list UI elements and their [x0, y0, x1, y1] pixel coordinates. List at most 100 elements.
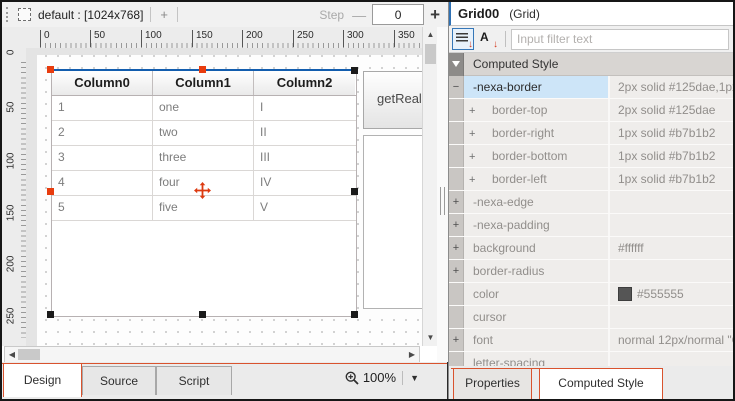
property-value[interactable] — [610, 306, 733, 328]
expand-toggle[interactable]: + — [469, 146, 483, 167]
grid-cell[interactable]: II — [254, 121, 355, 145]
property-value[interactable]: #ffffff — [610, 237, 733, 259]
tab-script[interactable]: Script — [156, 366, 232, 395]
property-name[interactable]: letter-spacing — [464, 352, 610, 366]
group-header-row[interactable]: Computed Style — [449, 53, 733, 76]
property-name[interactable]: +border-top — [464, 99, 610, 121]
grid-cell[interactable]: 1 — [52, 96, 153, 120]
scroll-right-button[interactable]: ▶ — [407, 347, 417, 362]
property-row[interactable]: + border-radius — [449, 260, 733, 283]
splitter-grip[interactable] — [440, 187, 445, 215]
expand-toggle[interactable]: + — [449, 191, 464, 213]
property-value[interactable]: 1px solid #b7b1b2 — [610, 122, 733, 144]
grid-cell[interactable]: two — [153, 121, 254, 145]
property-value[interactable]: 2px solid #125dae,1px s — [610, 76, 733, 98]
grid-cell[interactable]: three — [153, 146, 254, 170]
property-row[interactable]: +border-top 2px solid #125dae — [449, 99, 733, 122]
grid-cell[interactable]: 3 — [52, 146, 153, 170]
scroll-up-button[interactable]: ▲ — [423, 27, 438, 42]
grid-row[interactable]: 5 five V — [52, 196, 356, 221]
property-name[interactable]: color — [464, 283, 610, 305]
property-row[interactable]: − -nexa-border 2px solid #125dae,1px s — [449, 76, 733, 99]
property-value[interactable] — [610, 214, 733, 236]
expand-toggle[interactable]: + — [449, 237, 464, 259]
add-form-size-button[interactable]: + — [158, 7, 170, 22]
grid-row[interactable]: 1 one I — [52, 96, 356, 121]
property-value[interactable] — [610, 191, 733, 213]
property-row[interactable]: letter-spacing — [449, 352, 733, 366]
property-row[interactable]: +border-right 1px solid #b7b1b2 — [449, 122, 733, 145]
getrealrow-button-control[interactable]: getRealRo — [363, 71, 422, 129]
resize-handle-top-right[interactable] — [351, 67, 358, 74]
resize-handle-bottom-left[interactable] — [47, 311, 54, 318]
grid-cell[interactable]: I — [254, 96, 355, 120]
property-name[interactable]: -nexa-border — [464, 76, 610, 98]
resize-handle-top-left[interactable] — [47, 66, 54, 73]
property-row[interactable]: + -nexa-edge — [449, 191, 733, 214]
property-filter-input[interactable] — [511, 29, 729, 50]
property-name[interactable]: -nexa-padding — [464, 214, 610, 236]
tab-computed-style[interactable]: Computed Style — [539, 368, 663, 399]
grid-cell[interactable]: III — [254, 146, 355, 170]
expand-toggle[interactable]: + — [469, 123, 483, 144]
clipped-control[interactable] — [363, 135, 422, 309]
property-value[interactable] — [610, 260, 733, 282]
property-name[interactable]: font — [464, 329, 610, 351]
design-canvas[interactable]: Column0 Column1 Column2 1 one I 2 two II… — [26, 48, 422, 346]
zoom-level-label[interactable]: 100% — [363, 370, 396, 385]
tab-properties[interactable]: Properties — [453, 368, 532, 399]
toolbar-grip[interactable] — [6, 7, 11, 22]
resize-handle-mid-left[interactable] — [47, 188, 54, 195]
grid-row[interactable]: 2 two II — [52, 121, 356, 146]
property-name[interactable]: border-radius — [464, 260, 610, 282]
property-row[interactable]: + font normal 12px/normal "C — [449, 329, 733, 352]
property-name[interactable]: +border-left — [464, 168, 610, 190]
color-swatch[interactable] — [618, 287, 632, 301]
property-row[interactable]: + background #ffffff — [449, 237, 733, 260]
tab-source[interactable]: Source — [82, 366, 156, 395]
step-increase-button[interactable]: + — [430, 5, 440, 25]
vertical-scroll-thumb[interactable] — [425, 44, 436, 64]
property-row[interactable]: cursor — [449, 306, 733, 329]
property-value[interactable]: 1px solid #b7b1b2 — [610, 145, 733, 167]
property-value[interactable]: 2px solid #125dae — [610, 99, 733, 121]
scroll-left-button[interactable]: ◀ — [7, 347, 17, 362]
property-row[interactable]: color #555555 — [449, 283, 733, 306]
expand-toggle[interactable]: + — [469, 100, 483, 121]
property-name[interactable]: background — [464, 237, 610, 259]
step-decrease-button[interactable]: — — [352, 7, 366, 23]
grid-column-header[interactable]: Column1 — [153, 71, 254, 95]
resize-handle-bottom-right[interactable] — [351, 311, 358, 318]
property-row[interactable]: +border-left 1px solid #b7b1b2 — [449, 168, 733, 191]
grid-column-header[interactable]: Column2 — [254, 71, 355, 95]
gutter-header[interactable] — [449, 53, 464, 76]
resize-handle-bottom-center[interactable] — [199, 311, 206, 318]
property-row[interactable]: +border-bottom 1px solid #b7b1b2 — [449, 145, 733, 168]
expand-toggle[interactable]: + — [449, 260, 464, 282]
grid-cell[interactable]: 4 — [52, 171, 153, 195]
scroll-down-button[interactable]: ▼ — [423, 330, 438, 345]
grid-cell[interactable]: 2 — [52, 121, 153, 145]
panel-splitter[interactable] — [437, 27, 448, 363]
zoom-magnifier-icon[interactable] — [345, 371, 359, 385]
property-value[interactable] — [610, 352, 733, 366]
expand-toggle[interactable]: + — [469, 169, 483, 190]
property-name[interactable]: cursor — [464, 306, 610, 328]
property-name[interactable]: +border-right — [464, 122, 610, 144]
property-name[interactable]: -nexa-edge — [464, 191, 610, 213]
grid-cell[interactable]: five — [153, 196, 254, 220]
horizontal-scroll-thumb[interactable] — [18, 349, 40, 360]
property-name[interactable]: +border-bottom — [464, 145, 610, 167]
property-value[interactable]: 1px solid #b7b1b2 — [610, 168, 733, 190]
resize-handle-mid-right[interactable] — [351, 188, 358, 195]
property-value[interactable]: normal 12px/normal "C — [610, 329, 733, 351]
expand-toggle[interactable]: + — [449, 329, 464, 351]
form-surface[interactable]: Column0 Column1 Column2 1 one I 2 two II… — [37, 55, 422, 346]
tab-design[interactable]: Design — [3, 363, 82, 397]
grid-row[interactable]: 3 three III — [52, 146, 356, 171]
grid-column-header[interactable]: Column0 — [52, 71, 153, 95]
vertical-scrollbar[interactable]: ▲ ▼ — [422, 27, 438, 346]
collapse-toggle[interactable]: − — [449, 76, 464, 98]
grid-cell[interactable]: IV — [254, 171, 355, 195]
property-value[interactable]: #555555 — [610, 283, 733, 305]
